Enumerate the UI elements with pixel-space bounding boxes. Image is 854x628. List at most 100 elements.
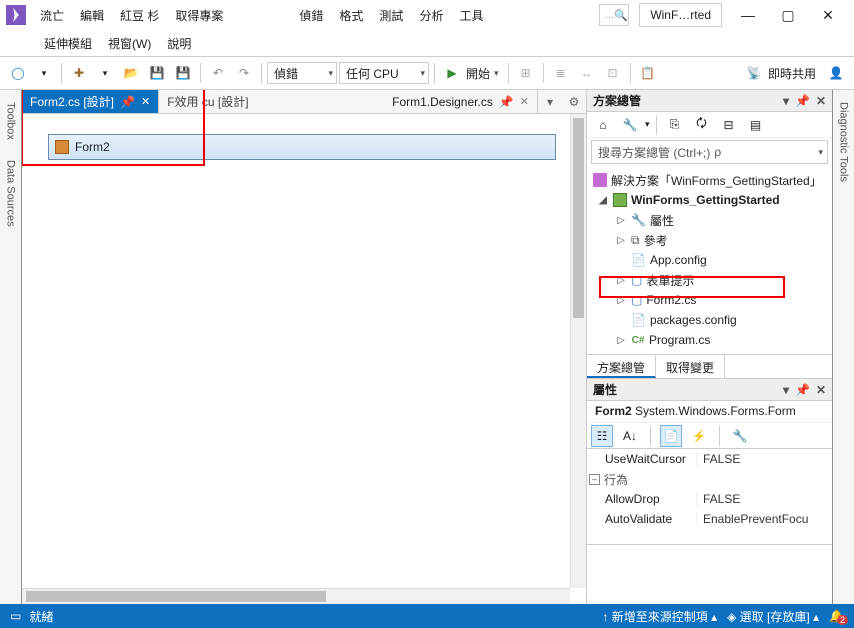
notifications-icon[interactable]: 🔔 2 (829, 609, 844, 623)
designer-surface[interactable]: Form2 (22, 114, 586, 604)
collapse-icon[interactable]: – (589, 474, 600, 485)
menu-test[interactable]: 測試 (371, 3, 411, 28)
pin-icon[interactable]: 📌 (120, 95, 135, 109)
props-grid[interactable]: UseWaitCursor FALSE – 行為 AllowDrop FALSE… (587, 449, 832, 544)
prop-value[interactable]: FALSE (697, 452, 832, 466)
prop-usewaitcursor[interactable]: UseWaitCursor FALSE (587, 449, 832, 469)
props-props-button[interactable]: 📄 (660, 425, 682, 447)
explorer-pending-button[interactable]: ⎘ (663, 113, 687, 137)
menu-debug[interactable]: 偵錯 (291, 3, 331, 28)
explorer-search[interactable]: 搜尋方案總管 (Ctrl+;) ρ (591, 140, 828, 164)
explorer-collapse-button[interactable]: ⊟ (717, 113, 741, 137)
tree-form2[interactable]: ▷ ▢ Form2.cs (587, 290, 832, 310)
tree-formhint[interactable]: ▷ ▢ 表單提示 (587, 270, 832, 290)
panel-dropdown-icon[interactable]: ▾ (783, 94, 789, 108)
bottom-tab-explorer[interactable]: 方案總管 (587, 355, 656, 378)
start-button[interactable]: ▶ (440, 61, 464, 85)
tree-program[interactable]: ▷ C# Program.cs (587, 330, 832, 350)
expander-icon[interactable]: ▷ (615, 215, 627, 226)
props-object-selector[interactable]: Form2 System.Windows.Forms.Form (587, 401, 832, 423)
explorer-wrench-dropdown[interactable]: ▾ (645, 119, 650, 130)
menu-getproject[interactable]: 取得專案 (167, 3, 231, 28)
menu-analyze[interactable]: 分析 (411, 3, 451, 28)
menu-window[interactable]: 視窗(W) (100, 31, 159, 56)
redo-button[interactable]: ↷ (232, 61, 256, 85)
tab-form1-designer[interactable]: Form1.Designer.cs 📌 ✕ (384, 90, 538, 113)
explorer-showall-button[interactable]: ▤ (744, 113, 768, 137)
tree-appconfig[interactable]: 📄 App.config (587, 250, 832, 270)
tree-project[interactable]: ◢ WinForms_GettingStarted (587, 190, 832, 210)
tree-packages[interactable]: 📄 packages.config (587, 310, 832, 330)
menu-extensions[interactable]: 延伸模組 (36, 31, 100, 56)
status-window-icon[interactable]: ▭ (10, 609, 21, 623)
prop-value[interactable]: EnablePreventFocu (697, 512, 832, 526)
toolbar-btn-e[interactable]: 📋 (636, 61, 660, 85)
data-sources-tab[interactable]: Data Sources (2, 154, 20, 233)
tabs-settings-icon[interactable]: ⚙ (562, 90, 586, 113)
expander-icon[interactable]: ◢ (597, 195, 609, 206)
status-select-repo[interactable]: ◈ 選取 [存放庫] ▴ (727, 608, 819, 625)
bottom-tab-changes[interactable]: 取得變更 (656, 355, 725, 378)
new-project-dropdown[interactable]: ▾ (93, 61, 117, 85)
menu-tools[interactable]: 工具 (451, 3, 491, 28)
config-combo[interactable]: 偵錯 (267, 62, 337, 84)
undo-button[interactable]: ↶ (206, 61, 230, 85)
tree-references[interactable]: ▷ ⧉ 參考 (587, 230, 832, 250)
panel-close-icon[interactable]: ✕ (816, 94, 826, 108)
liveshare-label[interactable]: 即時共用 (768, 65, 816, 82)
props-events-button[interactable]: ⚡ (688, 425, 710, 447)
tab-usage-design[interactable]: F效用 cu [設計] (159, 90, 256, 113)
menu-view[interactable]: 紅豆 杉 (112, 3, 167, 28)
panel-dropdown-icon[interactable]: ▾ (783, 383, 789, 397)
props-categorized-button[interactable]: ☷ (591, 425, 613, 447)
platform-combo[interactable]: 任何 CPU (339, 62, 429, 84)
diagnostics-tab[interactable]: Diagnostic Tools (835, 96, 853, 188)
tree-solution[interactable]: 解決方案「WinForms_GettingStarted」 (587, 170, 832, 190)
props-alpha-button[interactable]: A↓ (619, 425, 641, 447)
close-tab-icon[interactable]: ✕ (141, 95, 150, 108)
props-wrench-button[interactable]: 🔧 (729, 425, 751, 447)
menu-format[interactable]: 格式 (331, 3, 371, 28)
liveshare-profile[interactable]: 👤 (824, 61, 848, 85)
close-tab-icon[interactable]: ✕ (520, 95, 529, 108)
menu-file[interactable]: 流亡 (32, 3, 72, 28)
panel-pin-icon[interactable]: 📌 (795, 383, 810, 397)
minimize-button[interactable]: — (728, 1, 768, 29)
explorer-sync-button[interactable]: 🗘 (690, 113, 714, 137)
close-button[interactable]: ✕ (808, 1, 848, 29)
save-button[interactable]: 💾 (145, 61, 169, 85)
pin-icon[interactable]: 📌 (499, 95, 514, 109)
prop-allowdrop[interactable]: AllowDrop FALSE (587, 489, 832, 509)
menu-edit[interactable]: 編輯 (72, 3, 112, 28)
liveshare-icon[interactable]: 📡 (742, 61, 766, 85)
expander-icon[interactable]: ▷ (615, 295, 627, 306)
menu-help[interactable]: 說明 (159, 31, 199, 56)
maximize-button[interactable]: ▢ (768, 1, 808, 29)
new-project-button[interactable]: ✚ (67, 61, 91, 85)
form-titlebar[interactable]: Form2 (48, 134, 556, 160)
expander-icon[interactable]: ▷ (615, 235, 627, 246)
toolbar-btn-a[interactable]: ⊞ (514, 61, 538, 85)
start-dropdown[interactable]: ▾ (494, 68, 499, 79)
explorer-home-button[interactable]: ⌂ (591, 113, 615, 137)
toolbar-btn-d[interactable]: ⊡ (601, 61, 625, 85)
tabs-overflow-dropdown[interactable]: ▾ (538, 90, 562, 113)
prop-value[interactable]: FALSE (697, 492, 832, 506)
prop-cat-behavior[interactable]: – 行為 (587, 469, 832, 489)
status-add-source-control[interactable]: ↑ 新增至來源控制項 ▴ (602, 608, 717, 625)
prop-autovalidate[interactable]: AutoValidate EnablePreventFocu (587, 509, 832, 529)
back-button[interactable]: ◯ (6, 61, 30, 85)
vscrollbar[interactable] (570, 114, 586, 588)
open-file-button[interactable]: 📂 (119, 61, 143, 85)
save-all-button[interactable]: 💾 (171, 61, 195, 85)
back-dropdown[interactable]: ▾ (32, 61, 56, 85)
tree-properties[interactable]: ▷ 🔧 屬性 (587, 210, 832, 230)
toolbar-btn-c[interactable]: ↔ (575, 61, 599, 85)
expander-icon[interactable]: ▷ (615, 275, 627, 286)
search-launch[interactable]: … 🔍 (599, 4, 629, 26)
start-label[interactable]: 開始 (466, 65, 490, 82)
hscrollbar[interactable] (22, 588, 570, 604)
panel-close-icon[interactable]: ✕ (816, 383, 826, 397)
panel-pin-icon[interactable]: 📌 (795, 94, 810, 108)
tab-form2-design[interactable]: Form2.cs [設計] 📌 ✕ (22, 90, 159, 113)
